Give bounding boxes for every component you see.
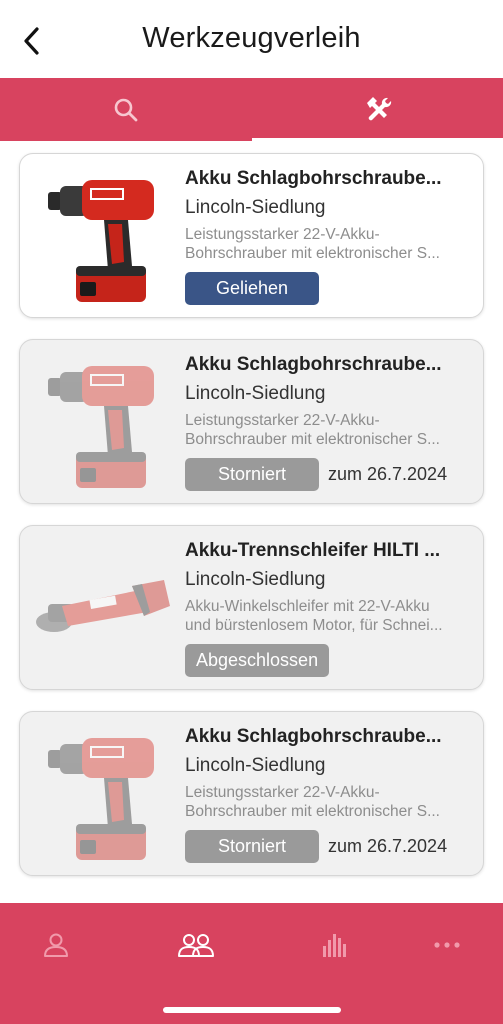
status-badge: Abgeschlossen (185, 644, 330, 677)
drill-image (28, 720, 176, 868)
item-name: Akku Schlagbohrschraube... (185, 168, 442, 189)
nav-profile[interactable] (26, 925, 86, 965)
item-description: Akku-Winkelschleifer mit 22-V-Akku und b… (185, 597, 475, 635)
item-name: Akku-Trennschleifer HILTI ... (185, 540, 441, 561)
status-badge: Storniert (185, 830, 319, 863)
item-location: Lincoln-Siedlung (185, 755, 326, 776)
rental-info: Akku-Trennschleifer HILTI ... Lincoln-Si… (185, 540, 475, 677)
rental-info: Akku Schlagbohrschraube... Lincoln-Siedl… (185, 168, 475, 305)
tools-icon (366, 96, 391, 120)
description-line: Bohrschrauber mit elektronischer S... (185, 245, 440, 262)
item-location: Lincoln-Siedlung (185, 197, 326, 218)
rental-card[interactable]: Akku-Trennschleifer HILTI ... Lincoln-Si… (19, 525, 484, 690)
description-line: Leistungsstarker 22-V-Akku- (185, 784, 380, 801)
status-row: Storniert zum 26.7.2024 (185, 458, 475, 491)
item-name: Akku Schlagbohrschraube... (185, 726, 442, 747)
angle-grinder-image (28, 534, 176, 682)
item-name: Akku Schlagbohrschraube... (185, 354, 442, 375)
description-line: Bohrschrauber mit elektronischer S... (185, 803, 440, 820)
return-date: zum 26.7.2024 (328, 836, 448, 856)
description-line: Bohrschrauber mit elektronischer S... (185, 431, 440, 448)
more-icon (434, 942, 460, 948)
status-badge: Geliehen (185, 272, 319, 305)
search-icon (114, 98, 137, 121)
drill-image (28, 348, 176, 496)
item-location: Lincoln-Siedlung (185, 569, 326, 590)
item-description: Leistungsstarker 22-V-Akku- Bohrschraube… (185, 783, 475, 821)
description-line: und bürstenlosem Motor, für Schnei... (185, 617, 443, 634)
tab-bar (0, 78, 503, 141)
item-description: Leistungsstarker 22-V-Akku- Bohrschraube… (185, 225, 475, 263)
return-date: zum 26.7.2024 (328, 464, 448, 484)
rental-list: Akku Schlagbohrschraube... Lincoln-Siedl… (0, 141, 503, 903)
header: Werkzeugverleih (0, 0, 503, 78)
rental-info: Akku Schlagbohrschraube... Lincoln-Siedl… (185, 726, 475, 863)
status-badge: Storniert (185, 458, 319, 491)
nav-statistics[interactable] (305, 925, 365, 965)
page-title: Werkzeugverleih (142, 22, 361, 54)
rental-card[interactable]: Akku Schlagbohrschraube... Lincoln-Siedl… (19, 339, 484, 504)
nav-more[interactable] (417, 925, 477, 965)
status-row: Storniert zum 26.7.2024 (185, 830, 475, 863)
description-line: Leistungsstarker 22-V-Akku- (185, 412, 380, 429)
home-indicator[interactable] (163, 1007, 341, 1013)
bottom-navigation (0, 903, 503, 1024)
community-icon (178, 934, 214, 957)
rental-info: Akku Schlagbohrschraube... Lincoln-Siedl… (185, 354, 475, 491)
status-row: Abgeschlossen (185, 644, 475, 677)
description-line: Akku-Winkelschleifer mit 22-V-Akku (185, 598, 430, 615)
drill-image (28, 162, 176, 310)
item-description: Leistungsstarker 22-V-Akku- Bohrschraube… (185, 411, 475, 449)
tab-search[interactable] (0, 78, 251, 141)
tab-tools[interactable] (252, 78, 503, 141)
description-line: Leistungsstarker 22-V-Akku- (185, 226, 380, 243)
stats-icon (323, 934, 346, 957)
profile-icon (44, 933, 68, 957)
item-location: Lincoln-Siedlung (185, 383, 326, 404)
nav-community[interactable] (166, 925, 226, 965)
rental-card[interactable]: Akku Schlagbohrschraube... Lincoln-Siedl… (19, 711, 484, 876)
rental-card[interactable]: Akku Schlagbohrschraube... Lincoln-Siedl… (19, 153, 484, 318)
status-row: Geliehen (185, 272, 475, 305)
